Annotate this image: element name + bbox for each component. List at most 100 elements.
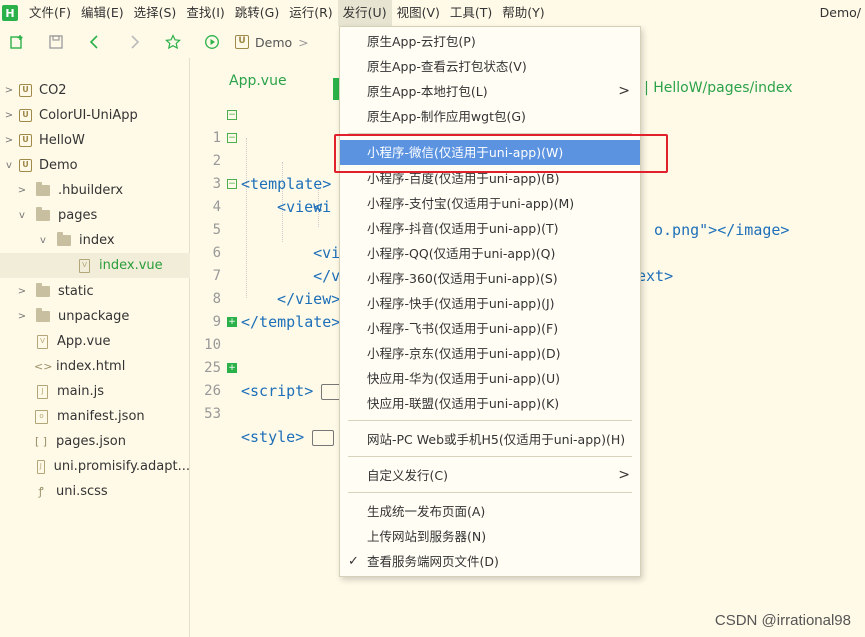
tree-item-manifest[interactable]: o manifest.json [0,404,190,429]
tree-label: ColorUI-UniApp [39,108,138,123]
tree-label: Demo [39,158,78,173]
publish-dropdown-menu: 原生App-云打包(P) 原生App-查看云打包状态(V) 原生App-本地打包… [339,26,641,577]
tree-item-demo[interactable]: v U Demo [0,153,190,178]
tree-item-uni-promisify[interactable]: J uni.promisify.adapt... [0,454,190,479]
menu-item-label: 查看服务端网页文件(D) [367,554,499,569]
project-icon: U [19,134,32,147]
project-icon: U [19,159,32,172]
folder-icon [36,182,50,196]
tree-item-index-folder[interactable]: v index [0,228,190,253]
fold-toggle-icon[interactable]: − [227,133,237,143]
js-file-icon: J [37,384,48,399]
vue-file-icon: V [79,258,90,273]
tab-app-vue[interactable]: App.vue [229,73,287,89]
menu-item-mp-douyin[interactable]: 小程序-抖音(仅适用于uni-app)(T) [340,216,640,241]
menu-item-mp-jd[interactable]: 小程序-京东(仅适用于uni-app)(D) [340,341,640,366]
back-icon[interactable] [82,29,108,55]
menu-tools[interactable]: 工具(T) [445,0,497,26]
scss-file-icon: ꝭ [38,485,44,498]
menu-edit[interactable]: 编辑(E) [76,0,129,26]
chevron-down-icon: v [19,210,25,221]
manifest-file-icon: o [35,409,48,424]
menu-publish[interactable]: 发行(U) [337,0,392,26]
menu-item-app-wgt[interactable]: 原生App-制作应用wgt包(G) [340,104,640,129]
chevron-right-icon: > [4,110,14,121]
tree-item-app-vue[interactable]: V App.vue [0,329,190,354]
menu-item-quickapp-huawei[interactable]: 快应用-华为(仅适用于uni-app)(U) [340,366,640,391]
tree-item-index-vue[interactable]: V index.vue [0,253,190,278]
menu-select[interactable]: 选择(S) [129,0,182,26]
expand-toggle-icon[interactable]: + [227,317,237,327]
js-file-icon: J [37,459,45,474]
menu-view[interactable]: 视图(V) [392,0,445,26]
menu-item-quickapp-union[interactable]: 快应用-联盟(仅适用于uni-app)(K) [340,391,640,416]
tree-label: index.vue [99,258,163,273]
menu-item-mp-360[interactable]: 小程序-360(仅适用于uni-app)(S) [340,266,640,291]
menu-item-mp-qq[interactable]: 小程序-QQ(仅适用于uni-app)(Q) [340,241,640,266]
tree-label: index.html [56,359,126,374]
tree-label: CO2 [39,83,67,98]
tree-item-unpackage[interactable]: > unpackage [0,304,190,329]
menu-item-mp-alipay[interactable]: 小程序-支付宝(仅适用于uni-app)(M) [340,191,640,216]
menu-item-mp-feishu[interactable]: 小程序-飞书(仅适用于uni-app)(F) [340,316,640,341]
menu-item-web-h5[interactable]: 网站-PC Web或手机H5(仅适用于uni-app)(H) [340,427,640,452]
tree-label: index [79,233,115,248]
project-icon: U [19,109,32,122]
collapsed-block[interactable] [312,429,335,446]
highlight-annotation-box [334,134,668,173]
menu-item-gen-publish-page[interactable]: 生成统一发布页面(A) [340,499,640,524]
html-file-icon: <> [34,360,53,373]
chevron-right-icon: > [4,85,14,96]
tree-label: uni.promisify.adapt... [53,459,190,474]
tree-label: static [58,284,94,299]
menu-goto[interactable]: 跳转(G) [230,0,284,26]
menu-help[interactable]: 帮助(Y) [497,0,549,26]
menu-item-mp-kuaishou[interactable]: 小程序-快手(仅适用于uni-app)(J) [340,291,640,316]
menu-divider [348,420,632,421]
json-file-icon: [ ] [34,435,48,448]
tree-item-main-js[interactable]: J main.js [0,379,190,404]
chevron-right-icon: > [17,185,27,196]
breadcrumb-separator: > [298,34,309,50]
tree-label: uni.scss [56,484,108,499]
vue-file-icon: V [37,334,48,349]
folder-icon [36,283,50,297]
project-icon: U [235,35,249,49]
menu-item-view-server-files[interactable]: ✓ 查看服务端网页文件(D) [340,549,640,574]
tree-item-colorui[interactable]: > U ColorUI-UniApp [0,103,190,128]
menu-file[interactable]: 文件(F) [24,0,76,26]
breadcrumb: U Demo > [235,35,315,50]
app-logo-icon: H [2,5,18,21]
save-icon[interactable] [43,29,69,55]
tree-item-uni-scss[interactable]: ꝭ uni.scss [0,479,190,504]
run-icon[interactable] [199,29,225,55]
menu-item-app-cloud-pack[interactable]: 原生App-云打包(P) [340,29,640,54]
breadcrumb-project[interactable]: Demo [255,35,292,50]
tree-item-co2[interactable]: > U CO2 [0,78,190,103]
expand-toggle-icon[interactable]: + [227,363,237,373]
tree-item-pages[interactable]: v pages [0,203,190,228]
new-file-icon[interactable] [4,29,30,55]
line-number: 53 [204,406,221,422]
tree-item-pages-json[interactable]: [ ] pages.json [0,429,190,454]
tree-item-index-html[interactable]: <> index.html [0,354,190,379]
fold-toggle-icon[interactable]: − [227,110,237,120]
tree-item-static[interactable]: > static [0,279,190,304]
menu-item-upload-server[interactable]: 上传网站到服务器(N) [340,524,640,549]
code-text: <style> [241,426,335,449]
tree-item-hellow[interactable]: > U HelloW [0,128,190,153]
tab-path[interactable]: e | HelloW/pages/index [631,80,793,96]
chevron-right-icon: > [17,286,27,297]
menu-item-app-local-pack[interactable]: 原生App-本地打包(L) > [340,79,640,104]
menu-item-app-cloud-status[interactable]: 原生App-查看云打包状态(V) [340,54,640,79]
menu-find[interactable]: 查找(I) [181,0,229,26]
folder-open-icon [57,232,71,246]
tree-item-hbuilderx[interactable]: > .hbuilderx [0,178,190,203]
checkmark-icon: ✓ [348,554,359,569]
menu-item-label: 自定义发行(C) [367,468,448,483]
star-icon[interactable] [160,29,186,55]
forward-icon[interactable] [121,29,147,55]
fold-toggle-icon[interactable]: − [227,179,237,189]
menu-item-custom-publish[interactable]: 自定义发行(C) > [340,463,640,488]
menu-run[interactable]: 运行(R) [284,0,337,26]
